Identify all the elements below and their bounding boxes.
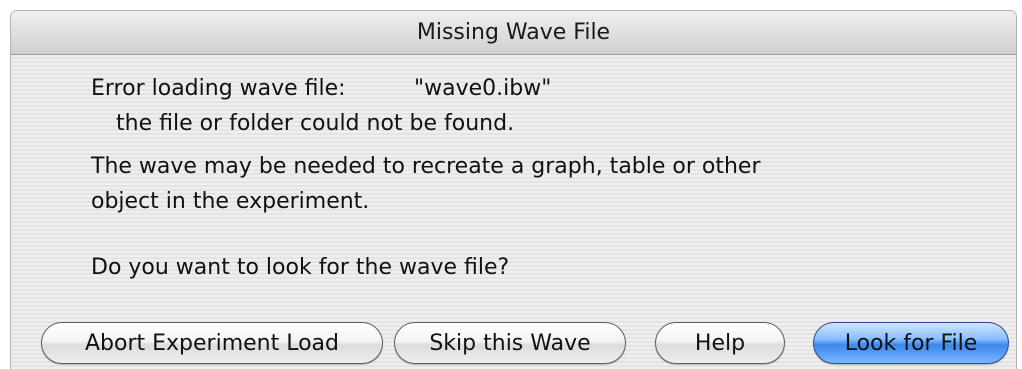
- skip-wave-button[interactable]: Skip this Wave: [394, 322, 626, 364]
- message-area: Error loading wave file: "wave0.ibw" the …: [91, 71, 761, 285]
- abort-experiment-load-button[interactable]: Abort Experiment Load: [41, 322, 383, 364]
- help-button[interactable]: Help: [655, 322, 785, 364]
- filename: "wave0.ibw": [414, 76, 552, 101]
- button-row: Abort Experiment Load Skip this Wave Hel…: [33, 322, 1013, 368]
- dialog-title: Missing Wave File: [11, 11, 1016, 55]
- look-for-file-button[interactable]: Look for File: [813, 322, 1009, 364]
- explanation-text-line1: The wave may be needed to recreate a gra…: [91, 154, 761, 179]
- error-label: Error loading wave file:: [91, 76, 346, 101]
- question-text: Do you want to look for the wave file?: [91, 255, 510, 280]
- explanation-text-line2: object in the experiment.: [91, 189, 370, 214]
- dialog-window: Missing Wave File Error loading wave fil…: [10, 10, 1017, 369]
- not-found-text: the file or folder could not be found.: [116, 111, 515, 136]
- error-line: Error loading wave file: "wave0.ibw": [91, 71, 761, 106]
